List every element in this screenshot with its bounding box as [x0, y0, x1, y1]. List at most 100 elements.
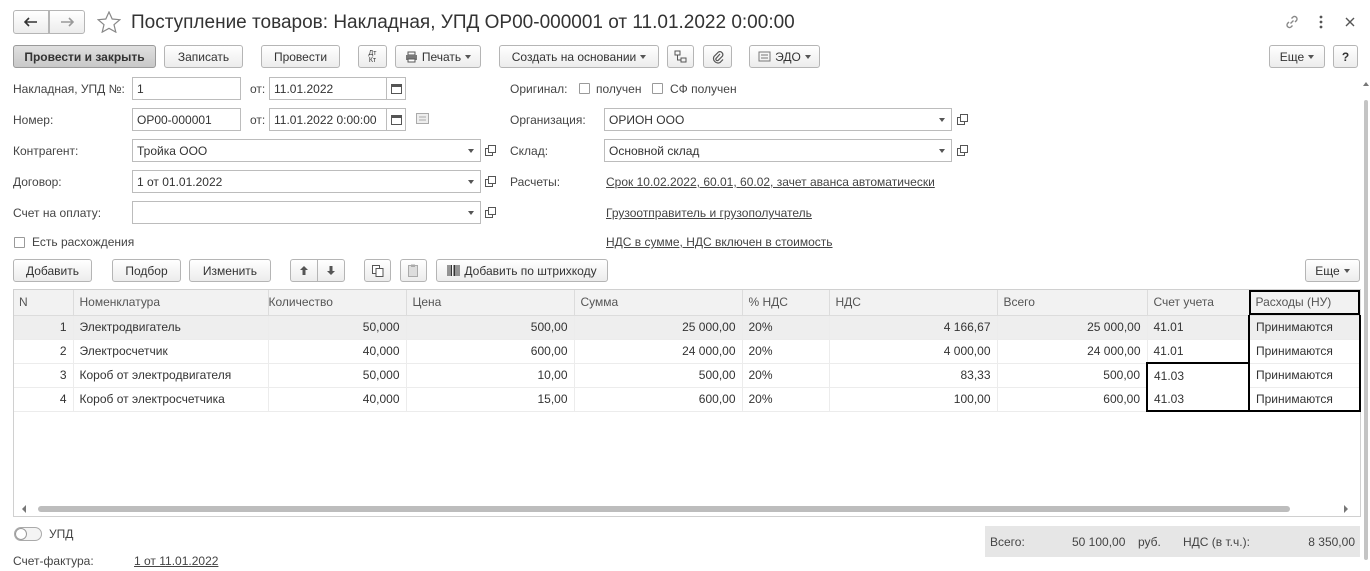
payment-invoice-dropdown[interactable] — [461, 201, 481, 224]
contract-open-button[interactable] — [481, 170, 500, 193]
warehouse-label: Склад: — [510, 144, 549, 158]
total-value: 50 100,00 — [1072, 535, 1126, 549]
doc-number-input[interactable]: ОР00-000001 — [132, 108, 241, 131]
col-header-quantity[interactable]: Количество — [268, 290, 407, 316]
payment-invoice-open-button[interactable] — [481, 201, 500, 224]
vat-total-label: НДС (в т.ч.): — [1183, 535, 1250, 549]
sf-link[interactable]: 1 от 11.01.2022 — [134, 554, 218, 568]
col-header-vat[interactable]: НДС — [829, 290, 998, 316]
cell-expenses: Принимаются — [1248, 363, 1361, 388]
cell-quantity: 40,000 — [268, 339, 407, 364]
history-icon[interactable] — [416, 113, 429, 124]
col-header-expenses[interactable]: Расходы (НУ) — [1249, 290, 1361, 316]
calendar-button[interactable] — [386, 108, 406, 131]
discrepancy-label: Есть расхождения — [32, 235, 135, 249]
save-button[interactable]: Записать — [164, 45, 243, 68]
forward-button[interactable] — [49, 10, 85, 34]
cell-sum: 24 000,00 — [574, 339, 743, 364]
select-button[interactable]: Подбор — [112, 259, 181, 282]
help-button[interactable]: ? — [1333, 45, 1358, 68]
contract-dropdown[interactable] — [461, 170, 481, 193]
create-based-button[interactable]: Создать на основании — [499, 45, 659, 68]
cell-n: 2 — [14, 339, 74, 364]
col-header-sum[interactable]: Сумма — [574, 290, 743, 316]
chevron-down-icon — [467, 179, 474, 184]
calendar-button[interactable] — [386, 77, 406, 100]
discrepancy-checkbox[interactable] — [14, 237, 25, 248]
printer-icon — [405, 51, 417, 62]
contractor-open-button[interactable] — [481, 139, 500, 162]
sf-received-checkbox[interactable] — [652, 83, 663, 94]
cell-n: 4 — [14, 387, 74, 412]
table-more-button[interactable]: Еще — [1305, 259, 1360, 282]
link-icon[interactable] — [1284, 14, 1300, 30]
scrollbar-thumb[interactable] — [38, 506, 1290, 512]
col-header-nomenclature[interactable]: Номенклатура — [73, 290, 269, 316]
settlements-link[interactable]: Срок 10.02.2022, 60.01, 60.02, зачет ава… — [606, 175, 935, 189]
contractor-input[interactable]: Тройка ООО — [132, 139, 462, 162]
upd-toggle[interactable] — [14, 527, 42, 541]
contract-label: Договор: — [13, 175, 62, 189]
more-button[interactable]: Еще — [1269, 45, 1325, 68]
invoice-date-input[interactable]: 11.01.2022 — [269, 77, 387, 100]
invoice-number-label: Накладная, УПД №: — [13, 82, 125, 96]
table-row[interactable]: 1 Электродвигатель 50,000 500,00 25 000,… — [14, 315, 1361, 340]
col-header-n[interactable]: N — [14, 290, 74, 316]
post-and-close-button[interactable]: Провести и закрыть — [13, 45, 156, 68]
move-up-button[interactable] — [290, 259, 318, 282]
table-row[interactable]: 2 Электросчетчик 40,000 600,00 24 000,00… — [14, 339, 1361, 364]
post-button[interactable]: Провести — [261, 45, 340, 68]
dt-kt-button[interactable]: Дт Кт — [358, 45, 387, 68]
structure-button[interactable] — [667, 45, 694, 68]
cell-quantity: 50,000 — [268, 363, 407, 388]
col-header-price[interactable]: Цена — [406, 290, 575, 316]
shipper-link[interactable]: Грузоотправитель и грузополучатель — [606, 206, 812, 220]
warehouse-dropdown[interactable] — [932, 139, 952, 162]
organization-dropdown[interactable] — [932, 108, 952, 131]
scroll-up-icon[interactable] — [1363, 82, 1369, 86]
vertical-scrollbar[interactable] — [1362, 40, 1370, 571]
currency-label: руб. — [1138, 535, 1161, 549]
edo-label: ЭДО — [775, 49, 801, 64]
copy-row-button[interactable] — [364, 259, 391, 282]
attach-button[interactable] — [703, 45, 732, 68]
cell-price: 500,00 — [406, 315, 575, 340]
open-form-icon — [485, 207, 496, 218]
warehouse-open-button[interactable] — [953, 139, 972, 162]
received-checkbox[interactable] — [579, 83, 590, 94]
add-by-barcode-button[interactable]: Добавить по штрихкоду — [436, 259, 608, 282]
print-button[interactable]: Печать — [395, 45, 481, 68]
organization-input[interactable]: ОРИОН ООО — [604, 108, 933, 131]
move-down-button[interactable] — [317, 259, 345, 282]
col-header-vat-rate[interactable]: % НДС — [742, 290, 830, 316]
more-vertical-icon[interactable] — [1318, 14, 1324, 30]
payment-invoice-input[interactable] — [132, 201, 462, 224]
col-header-total[interactable]: Всего — [997, 290, 1148, 316]
scroll-left-icon[interactable] — [22, 505, 26, 513]
edo-button[interactable]: ЭДО — [749, 45, 820, 68]
vat-link[interactable]: НДС в сумме, НДС включен в стоимость — [606, 235, 833, 249]
add-row-button[interactable]: Добавить — [13, 259, 92, 282]
paste-row-button[interactable] — [400, 259, 427, 282]
close-icon[interactable] — [1345, 17, 1355, 27]
doc-date-input[interactable]: 11.01.2022 0:00:00 — [269, 108, 387, 131]
table-row[interactable]: 4 Короб от электросчетчика 40,000 15,00 … — [14, 387, 1361, 412]
table-row[interactable]: 3 Короб от электродвигателя 50,000 10,00… — [14, 362, 1361, 388]
scroll-right-icon[interactable] — [1344, 505, 1348, 513]
organization-open-button[interactable] — [953, 108, 972, 131]
cell-price: 15,00 — [406, 387, 575, 412]
cell-nomenclature: Электродвигатель — [73, 315, 269, 340]
table-more-label: Еще — [1315, 263, 1340, 278]
contractor-dropdown[interactable] — [461, 139, 481, 162]
change-button[interactable]: Изменить — [189, 259, 271, 282]
vertical-scrollbar-thumb[interactable] — [1364, 100, 1368, 560]
star-icon[interactable] — [97, 11, 121, 33]
contract-input[interactable]: 1 от 01.01.2022 — [132, 170, 462, 193]
invoice-number-input[interactable]: 1 — [132, 77, 241, 100]
back-button[interactable] — [13, 10, 49, 34]
print-label: Печать — [421, 49, 462, 64]
warehouse-input[interactable]: Основной склад — [604, 139, 933, 162]
horizontal-scrollbar[interactable] — [14, 503, 1360, 515]
arrow-left-icon — [24, 17, 37, 27]
col-header-account[interactable]: Счет учета — [1147, 290, 1250, 316]
